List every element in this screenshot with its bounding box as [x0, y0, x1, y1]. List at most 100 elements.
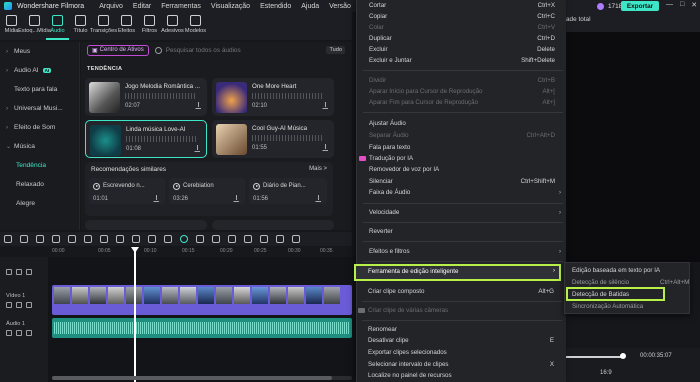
menu-ferramentas[interactable]: Ferramentas: [156, 3, 206, 10]
download-icon[interactable]: [322, 144, 328, 151]
menu-item-mute[interactable]: Silenciar Ctrl+Shift+M: [369, 176, 565, 187]
menu-item-compound-clip[interactable]: Criar clipe composto Alt+G: [368, 286, 564, 297]
timeline-ruler[interactable]: 00:00 00:05 00:10 00:15 00:20 00:25 00:3…: [48, 247, 352, 257]
adjust-icon[interactable]: [148, 235, 156, 243]
lock-icon[interactable]: [16, 269, 22, 275]
menu-visualizacao[interactable]: Visualização: [206, 3, 255, 10]
audio-track-icon[interactable]: [6, 330, 12, 336]
asset-center-button[interactable]: ▣ Centro de Ativos: [87, 44, 149, 56]
shield-icon[interactable]: [260, 235, 268, 243]
menu-ajuda[interactable]: Ajuda: [296, 3, 324, 10]
menu-item-audio-track[interactable]: Faixa de Áudio ›: [369, 187, 565, 198]
sun-icon[interactable]: [196, 235, 204, 243]
sidebar-subitem-happy[interactable]: Alegre: [0, 194, 79, 213]
menu-item-select-range[interactable]: Selecionar intervalo de clipes X: [368, 359, 564, 370]
sidebar-subitem-relaxed[interactable]: Relaxado: [0, 175, 79, 194]
recommendation-item[interactable]: Escrevendo n... 01:01: [89, 178, 165, 204]
menu-item-effects-filters[interactable]: Efeitos e filtros ›: [369, 246, 565, 257]
minimize-icon[interactable]: —: [666, 1, 673, 9]
image-icon[interactable]: [212, 235, 220, 243]
quality-dropdown[interactable]: ade total: [566, 16, 591, 23]
marker-icon[interactable]: [292, 235, 300, 243]
tab-effects[interactable]: Efeitos: [115, 12, 138, 40]
audio-edit-icon[interactable]: [116, 235, 124, 243]
export-button[interactable]: Exportar: [621, 1, 659, 11]
sidebar-item-meus[interactable]: › Meus: [0, 42, 79, 61]
lock-icon[interactable]: [16, 330, 22, 336]
filter-dropdown[interactable]: Tudo: [326, 46, 345, 54]
tab-media[interactable]: Mídia: [0, 12, 23, 40]
eye-icon[interactable]: [26, 302, 32, 308]
tab-stickers[interactable]: Adesivos: [161, 12, 184, 40]
layout-icon[interactable]: [4, 235, 12, 243]
timeline-scrollbar[interactable]: [52, 376, 352, 380]
tab-audio[interactable]: Áudio: [46, 12, 69, 40]
menu-item-speech-to-text[interactable]: Fala para texto: [369, 142, 565, 153]
close-icon[interactable]: ✕: [691, 1, 697, 9]
menu-arquivo[interactable]: Arquivo: [94, 3, 128, 10]
video-track-icon[interactable]: [6, 302, 12, 308]
add-track-icon[interactable]: [6, 269, 12, 275]
lock-icon[interactable]: [16, 302, 22, 308]
sidebar-item-music[interactable]: ⌄ Música: [0, 137, 79, 156]
redo-icon[interactable]: [52, 235, 60, 243]
eye-icon[interactable]: [26, 269, 32, 275]
sidebar-subitem-trending[interactable]: Tendência: [0, 156, 79, 175]
audio-card[interactable]: Jogo Melodia Romântica ... 02:07: [85, 78, 207, 116]
ai-tool-icon[interactable]: [180, 235, 188, 243]
mic-icon[interactable]: [244, 235, 252, 243]
menu-item-smart-edit-tool[interactable]: Ferramenta de edição inteligente ›: [354, 264, 561, 281]
play-icon[interactable]: [93, 183, 100, 190]
menu-item-ai-translation[interactable]: Tradução por IA: [359, 153, 555, 164]
undo-icon[interactable]: [36, 235, 44, 243]
sidebar-item-tts[interactable]: Texto para fala: [0, 80, 79, 99]
menu-editar[interactable]: Editar: [128, 3, 156, 10]
download-icon[interactable]: [195, 102, 201, 109]
recommendation-item[interactable]: Diário de Pian... 01:56: [249, 178, 327, 204]
music-icon[interactable]: [276, 235, 284, 243]
audio-clip[interactable]: [52, 318, 352, 338]
speed-icon[interactable]: [228, 235, 236, 243]
submenu-item-silence-detection[interactable]: Detecção de silêncio Ctrl+Alt+M: [572, 279, 689, 286]
menu-versao[interactable]: Versão: [324, 3, 356, 10]
more-link[interactable]: Mais >: [309, 166, 327, 172]
download-icon[interactable]: [194, 145, 200, 152]
audio-card[interactable]: One More Heart 02:10: [212, 78, 334, 116]
download-icon[interactable]: [315, 195, 321, 202]
audio-card-partial[interactable]: [85, 220, 207, 230]
audio-card[interactable]: Cool Guy-AI Música 01:55: [212, 120, 334, 158]
menu-item-duplicate[interactable]: Duplicar Ctrl+D: [369, 33, 565, 44]
credits-badge[interactable]: 1718: [597, 0, 622, 12]
menu-item-ai-vocal-remover[interactable]: Removedor de voz por IA: [369, 164, 565, 175]
speaker-icon[interactable]: [26, 330, 32, 336]
playback-slider[interactable]: [566, 356, 622, 358]
submenu-item-ai-text-edit[interactable]: Edição baseada em texto por IA: [572, 267, 660, 274]
text-icon[interactable]: [132, 235, 140, 243]
menu-estendido[interactable]: Estendido: [255, 3, 296, 10]
audio-card-partial[interactable]: [212, 220, 334, 230]
menu-item-copy[interactable]: Copiar Ctrl+C: [369, 11, 565, 22]
sidebar-item-sound-effect[interactable]: › Efeito de Som: [0, 118, 79, 137]
menu-item-disable-clip[interactable]: Desativar clipe E: [368, 335, 564, 346]
scrollbar-thumb[interactable]: [52, 376, 332, 380]
more-tools-icon[interactable]: [164, 235, 172, 243]
recommendation-item[interactable]: Cerebiation 03:26: [169, 178, 245, 204]
menu-item-rename[interactable]: Renomear: [368, 324, 564, 335]
submenu-item-auto-sync[interactable]: Sincronização Automática: [572, 303, 643, 310]
video-clip[interactable]: [52, 285, 352, 315]
tab-stock-media[interactable]: Estoq...Mídia: [18, 12, 51, 40]
select-icon[interactable]: [20, 235, 28, 243]
download-icon[interactable]: [233, 195, 239, 202]
menu-item-cut[interactable]: Cortar Ctrl+X: [369, 0, 565, 11]
playback-slider-handle[interactable]: [620, 353, 626, 359]
sidebar-item-universal-music[interactable]: › Universal Musi...: [0, 99, 79, 118]
sidebar-item-audio-ai[interactable]: › Audio AI AI: [0, 61, 79, 80]
menu-item-delete[interactable]: Excluir Delete: [369, 44, 565, 55]
cut-icon[interactable]: [84, 235, 92, 243]
play-icon[interactable]: [173, 183, 180, 190]
download-icon[interactable]: [322, 102, 328, 109]
delete-icon[interactable]: [68, 235, 76, 243]
menu-item-speed[interactable]: Velocidade ›: [369, 207, 565, 218]
menu-item-ripple-delete[interactable]: Excluir e Juntar Shift+Delete: [369, 55, 565, 66]
tab-transitions[interactable]: Transições: [90, 12, 117, 40]
